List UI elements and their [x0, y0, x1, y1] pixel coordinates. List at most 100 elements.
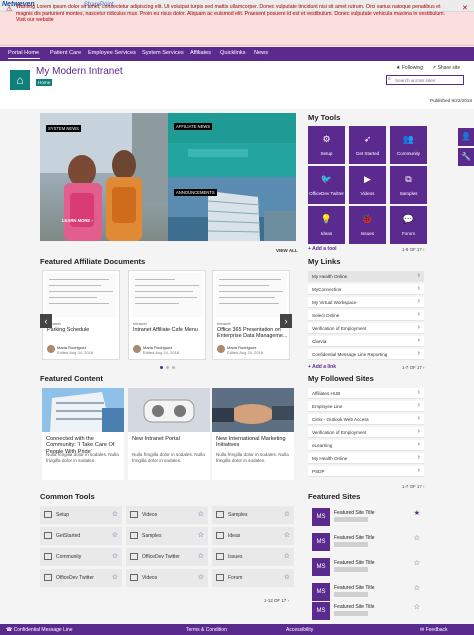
- featured-content-card[interactable]: Connected with the Community: 'I Take Ca…: [42, 388, 124, 480]
- my-link-item[interactable]: My Virtual Workspace ›: [308, 297, 424, 308]
- featured-content-card[interactable]: New Intranet Portal Nulla fringilla dolo…: [128, 388, 210, 480]
- followed-site-item[interactable]: Affiliates HUB ›: [308, 388, 424, 399]
- star-icon[interactable]: ☆: [112, 552, 118, 560]
- followed-sites-pager[interactable]: 1-7 OF 17 ›: [402, 484, 424, 489]
- common-tool-item[interactable]: Videos ☆: [126, 506, 208, 524]
- star-icon[interactable]: ☆: [284, 552, 290, 560]
- nav-patient-care[interactable]: Patient Care: [50, 50, 81, 56]
- common-tool-item[interactable]: Setup ☆: [40, 506, 122, 524]
- add-link-link[interactable]: + Add a link: [308, 364, 336, 370]
- star-icon[interactable]: ☆: [112, 573, 118, 581]
- chevron-right-icon[interactable]: ›: [423, 484, 424, 489]
- star-icon[interactable]: ☆: [198, 552, 204, 560]
- footer-accessibility[interactable]: Accessibility: [286, 627, 313, 633]
- common-tool-item[interactable]: Community ☆: [40, 548, 122, 566]
- footer-feedback[interactable]: ✉ Feedback: [420, 627, 448, 633]
- footer-terms[interactable]: Terms & Condition: [186, 627, 227, 633]
- learn-more-link[interactable]: LEARN MORE ›: [60, 217, 95, 224]
- chevron-right-icon[interactable]: ›: [423, 365, 424, 370]
- doc-card[interactable]: Intranet Office 365 Presentation on Ente…: [212, 270, 290, 360]
- star-icon[interactable]: ☆: [284, 510, 290, 518]
- search-input[interactable]: Search across sites: [386, 75, 464, 85]
- nav-quicklinks[interactable]: Quicklinks: [220, 50, 246, 56]
- footer-confidential-line[interactable]: ☎ Confidential Message Line: [6, 627, 73, 633]
- share-site-button[interactable]: ↗ Share site: [432, 65, 460, 71]
- doc-title[interactable]: Intranet Affiliate Cafe Menu: [133, 327, 205, 333]
- followed-site-item[interactable]: Citrix - Outlook Web Access ›: [308, 414, 424, 425]
- breadcrumb[interactable]: Home: [36, 79, 53, 86]
- star-icon[interactable]: ☆: [414, 534, 420, 542]
- my-tool-ideas[interactable]: 💡 Ideas: [308, 206, 345, 244]
- my-tools-pager[interactable]: 1-9 OF 17 ›: [402, 247, 424, 252]
- star-icon[interactable]: ☆: [284, 573, 290, 581]
- common-tool-item[interactable]: Samples ☆: [212, 506, 294, 524]
- star-icon[interactable]: ★: [414, 509, 420, 517]
- star-icon[interactable]: ☆: [414, 584, 420, 592]
- my-tool-officedev-twitter[interactable]: 🐦 OfficeDev Twitter: [308, 166, 345, 204]
- chevron-right-icon[interactable]: ›: [423, 247, 424, 252]
- star-icon[interactable]: ☆: [198, 573, 204, 581]
- my-link-item[interactable]: Verification of Employment ›: [308, 323, 424, 334]
- featured-site-item[interactable]: MS Featured Site Title ★: [308, 505, 424, 529]
- carousel-dot[interactable]: [166, 366, 169, 369]
- followed-site-item[interactable]: eLearning ›: [308, 440, 424, 451]
- site-title[interactable]: My Modern Intranet: [36, 66, 123, 77]
- star-icon[interactable]: ☆: [198, 531, 204, 539]
- followed-site-item[interactable]: PSDP ›: [308, 466, 424, 477]
- common-tool-item[interactable]: Issues ☆: [212, 548, 294, 566]
- doc-title[interactable]: Office 365 Presentation on Enterprise Da…: [217, 327, 289, 339]
- common-tool-item[interactable]: OfficeDev Twitter ☆: [40, 569, 122, 587]
- star-icon[interactable]: ☆: [414, 559, 420, 567]
- doc-title[interactable]: Parking Schedule: [47, 327, 119, 333]
- chevron-right-icon[interactable]: ›: [280, 314, 292, 328]
- common-tools-pager[interactable]: 1-12 OF 17 ›: [264, 598, 289, 603]
- content-title[interactable]: New Intranet Portal: [132, 436, 208, 442]
- my-tool-get-started[interactable]: ➶ Get Started: [349, 126, 386, 164]
- hero-tile-announcements[interactable]: ANNOUNCEMENTS: [168, 177, 296, 241]
- followed-site-item[interactable]: Employee Line ›: [308, 401, 424, 412]
- home-icon[interactable]: ⌂: [10, 70, 30, 90]
- common-tool-item[interactable]: Ideas ☆: [212, 527, 294, 545]
- nav-system-services[interactable]: System Services: [142, 50, 184, 56]
- chevron-left-icon[interactable]: ‹: [40, 314, 52, 328]
- following-button[interactable]: ★ Following: [396, 65, 423, 71]
- my-tool-setup[interactable]: ⚙ Setup: [308, 126, 345, 164]
- my-links-pager[interactable]: 1-7 OF 17 ›: [402, 365, 424, 370]
- common-tool-item[interactable]: GetStarted ☆: [40, 527, 122, 545]
- nav-news[interactable]: News: [254, 50, 268, 56]
- featured-site-item[interactable]: MS Featured Site Title ☆: [308, 530, 424, 554]
- common-tool-item[interactable]: OfficeDev Twitter ☆: [126, 548, 208, 566]
- carousel-dot-active[interactable]: [160, 366, 163, 369]
- featured-content-card[interactable]: New International Marketing Initiatives …: [212, 388, 294, 480]
- nav-employee-services[interactable]: Employee Services: [88, 50, 136, 56]
- common-tool-item[interactable]: Samples ☆: [126, 527, 208, 545]
- hero-tile-system-news[interactable]: SYSTEM NEWS LEARN MORE ›: [40, 113, 168, 241]
- wrench-side-icon[interactable]: 🔧: [458, 148, 474, 166]
- followed-site-item[interactable]: My Health Online ›: [308, 453, 424, 464]
- my-link-item[interactable]: My Health Online ›: [308, 271, 424, 282]
- people-side-icon[interactable]: 👤: [458, 128, 474, 146]
- chevron-right-icon[interactable]: ›: [287, 598, 288, 603]
- my-link-item[interactable]: MyConnection ›: [308, 284, 424, 295]
- my-tool-community[interactable]: 👥 Community: [390, 126, 427, 164]
- content-title[interactable]: New International Marketing Initiatives: [216, 436, 292, 449]
- my-tool-samples[interactable]: ⧉ Samples: [390, 166, 427, 204]
- doc-card[interactable]: Intranet Parking Schedule Maria Rodrigue…: [42, 270, 120, 360]
- close-icon[interactable]: ✕: [462, 4, 468, 12]
- my-tool-videos[interactable]: ▶ Videos: [349, 166, 386, 204]
- common-tool-item[interactable]: Forum ☆: [212, 569, 294, 587]
- star-icon[interactable]: ☆: [198, 510, 204, 518]
- view-all-link[interactable]: VIEW ALL: [276, 248, 298, 253]
- my-link-item[interactable]: Confidential Message Line Reporting ›: [308, 349, 424, 360]
- add-tool-link[interactable]: + Add a tool: [308, 246, 337, 252]
- featured-site-item[interactable]: MS Featured Site Title ☆: [308, 599, 424, 621]
- followed-site-item[interactable]: Verification of Employment ›: [308, 427, 424, 438]
- common-tool-item[interactable]: Videos ☆: [126, 569, 208, 587]
- featured-site-item[interactable]: MS Featured Site Title ☆: [308, 555, 424, 579]
- doc-card[interactable]: Intranet Intranet Affiliate Cafe Menu Ma…: [128, 270, 206, 360]
- my-tool-forum[interactable]: 💬 Forum: [390, 206, 427, 244]
- my-link-item[interactable]: Clarvia ›: [308, 336, 424, 347]
- star-icon[interactable]: ☆: [112, 531, 118, 539]
- star-icon[interactable]: ☆: [284, 531, 290, 539]
- carousel-dot[interactable]: [172, 366, 175, 369]
